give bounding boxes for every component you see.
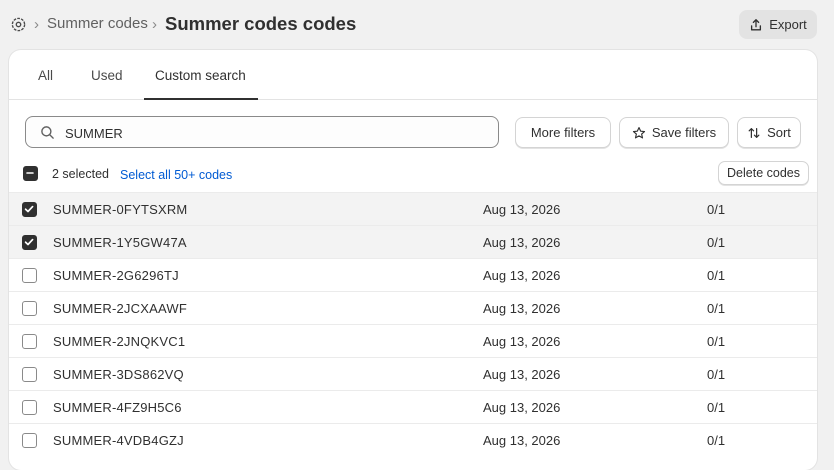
date-cell: Aug 13, 2026 xyxy=(483,202,561,217)
save-filters-label: Save filters xyxy=(651,125,717,140)
tab-custom-search[interactable]: Custom search xyxy=(144,50,258,100)
search-input[interactable] xyxy=(63,117,487,149)
checkmark-icon xyxy=(24,205,34,213)
date-cell: Aug 13, 2026 xyxy=(483,235,561,250)
table-row[interactable]: SUMMER-1Y5GW47A Aug 13, 2026 0/1 xyxy=(9,225,817,258)
date-cell: Aug 13, 2026 xyxy=(483,400,561,415)
checkmark-icon xyxy=(24,238,34,246)
usage-cell: 0/1 xyxy=(707,334,726,349)
row-checkbox[interactable] xyxy=(22,235,37,250)
code-cell: SUMMER-2JNQKVC1 xyxy=(53,334,186,349)
date-cell: Aug 13, 2026 xyxy=(483,301,561,316)
chevron-right-icon: › xyxy=(152,16,157,33)
date-cell: Aug 13, 2026 xyxy=(483,433,561,448)
date-cell: Aug 13, 2026 xyxy=(483,367,561,382)
delete-codes-button[interactable]: Delete codes xyxy=(718,161,809,185)
usage-cell: 0/1 xyxy=(707,268,726,283)
export-button[interactable]: Export xyxy=(739,10,817,39)
tab-used[interactable]: Used xyxy=(91,50,123,99)
table-row[interactable]: SUMMER-2JNQKVC1 Aug 13, 2026 0/1 xyxy=(9,324,817,357)
export-icon xyxy=(751,18,762,30)
code-cell: SUMMER-1Y5GW47A xyxy=(53,235,187,250)
usage-cell: 0/1 xyxy=(707,235,726,250)
code-cell: SUMMER-4VDB4GZJ xyxy=(53,433,184,448)
save-filters-button[interactable]: Save filters xyxy=(619,117,729,148)
more-filters-button[interactable]: More filters xyxy=(515,117,611,148)
tab-bar: All Used Custom search xyxy=(9,50,817,100)
row-checkbox[interactable] xyxy=(22,433,37,448)
breadcrumb-link[interactable]: Summer codes xyxy=(47,15,148,32)
select-all-link[interactable]: Select all 50+ codes xyxy=(120,168,232,182)
usage-cell: 0/1 xyxy=(707,301,726,316)
search-field[interactable] xyxy=(25,116,499,149)
code-cell: SUMMER-0FYTSXRM xyxy=(53,202,188,217)
star-icon xyxy=(632,126,645,138)
row-checkbox[interactable] xyxy=(22,334,37,349)
usage-cell: 0/1 xyxy=(707,202,726,217)
table-row[interactable]: SUMMER-3DS862VQ Aug 13, 2026 0/1 xyxy=(9,357,817,390)
selected-count: 2 selected xyxy=(52,167,109,181)
code-cell: SUMMER-2G6296TJ xyxy=(53,268,179,283)
table-row[interactable]: SUMMER-2JCXAAWF Aug 13, 2026 0/1 xyxy=(9,291,817,324)
usage-cell: 0/1 xyxy=(707,400,726,415)
table-row[interactable]: SUMMER-4FZ9H5C6 Aug 13, 2026 0/1 xyxy=(9,390,817,423)
export-label: Export xyxy=(769,17,807,32)
usage-cell: 0/1 xyxy=(707,367,726,382)
tab-all[interactable]: All xyxy=(38,50,53,99)
code-cell: SUMMER-2JCXAAWF xyxy=(53,301,187,316)
row-checkbox[interactable] xyxy=(22,367,37,382)
date-cell: Aug 13, 2026 xyxy=(483,334,561,349)
select-all-checkbox[interactable] xyxy=(23,166,38,181)
delete-codes-label: Delete codes xyxy=(727,166,800,180)
codes-card: All Used Custom search More filters Save… xyxy=(9,50,817,470)
sort-label: Sort xyxy=(767,125,791,140)
date-cell: Aug 13, 2026 xyxy=(483,268,561,283)
table-row[interactable]: SUMMER-0FYTSXRM Aug 13, 2026 0/1 xyxy=(9,192,817,225)
more-filters-label: More filters xyxy=(530,125,596,140)
table-row[interactable]: SUMMER-2G6296TJ Aug 13, 2026 0/1 xyxy=(9,258,817,291)
settings-icon[interactable] xyxy=(10,16,27,33)
page-header: › Summer codes › Summer codes codes Expo… xyxy=(0,0,834,50)
code-cell: SUMMER-4FZ9H5C6 xyxy=(53,400,182,415)
sort-button[interactable]: Sort xyxy=(737,117,801,148)
codes-list: SUMMER-0FYTSXRM Aug 13, 2026 0/1 SUMMER-1Y5… xyxy=(9,192,817,456)
usage-cell: 0/1 xyxy=(707,433,726,448)
table-row[interactable]: SUMMER-4VDB4GZJ Aug 13, 2026 0/1 xyxy=(9,423,817,456)
row-checkbox[interactable] xyxy=(22,301,37,316)
sort-icon xyxy=(748,127,760,138)
page-title: Summer codes codes xyxy=(165,13,357,34)
row-checkbox[interactable] xyxy=(22,400,37,415)
chevron-right-icon: › xyxy=(34,16,39,33)
row-checkbox[interactable] xyxy=(22,268,37,283)
search-icon xyxy=(41,126,54,139)
minus-icon xyxy=(26,172,34,174)
row-checkbox[interactable] xyxy=(22,202,37,217)
code-cell: SUMMER-3DS862VQ xyxy=(53,367,184,382)
